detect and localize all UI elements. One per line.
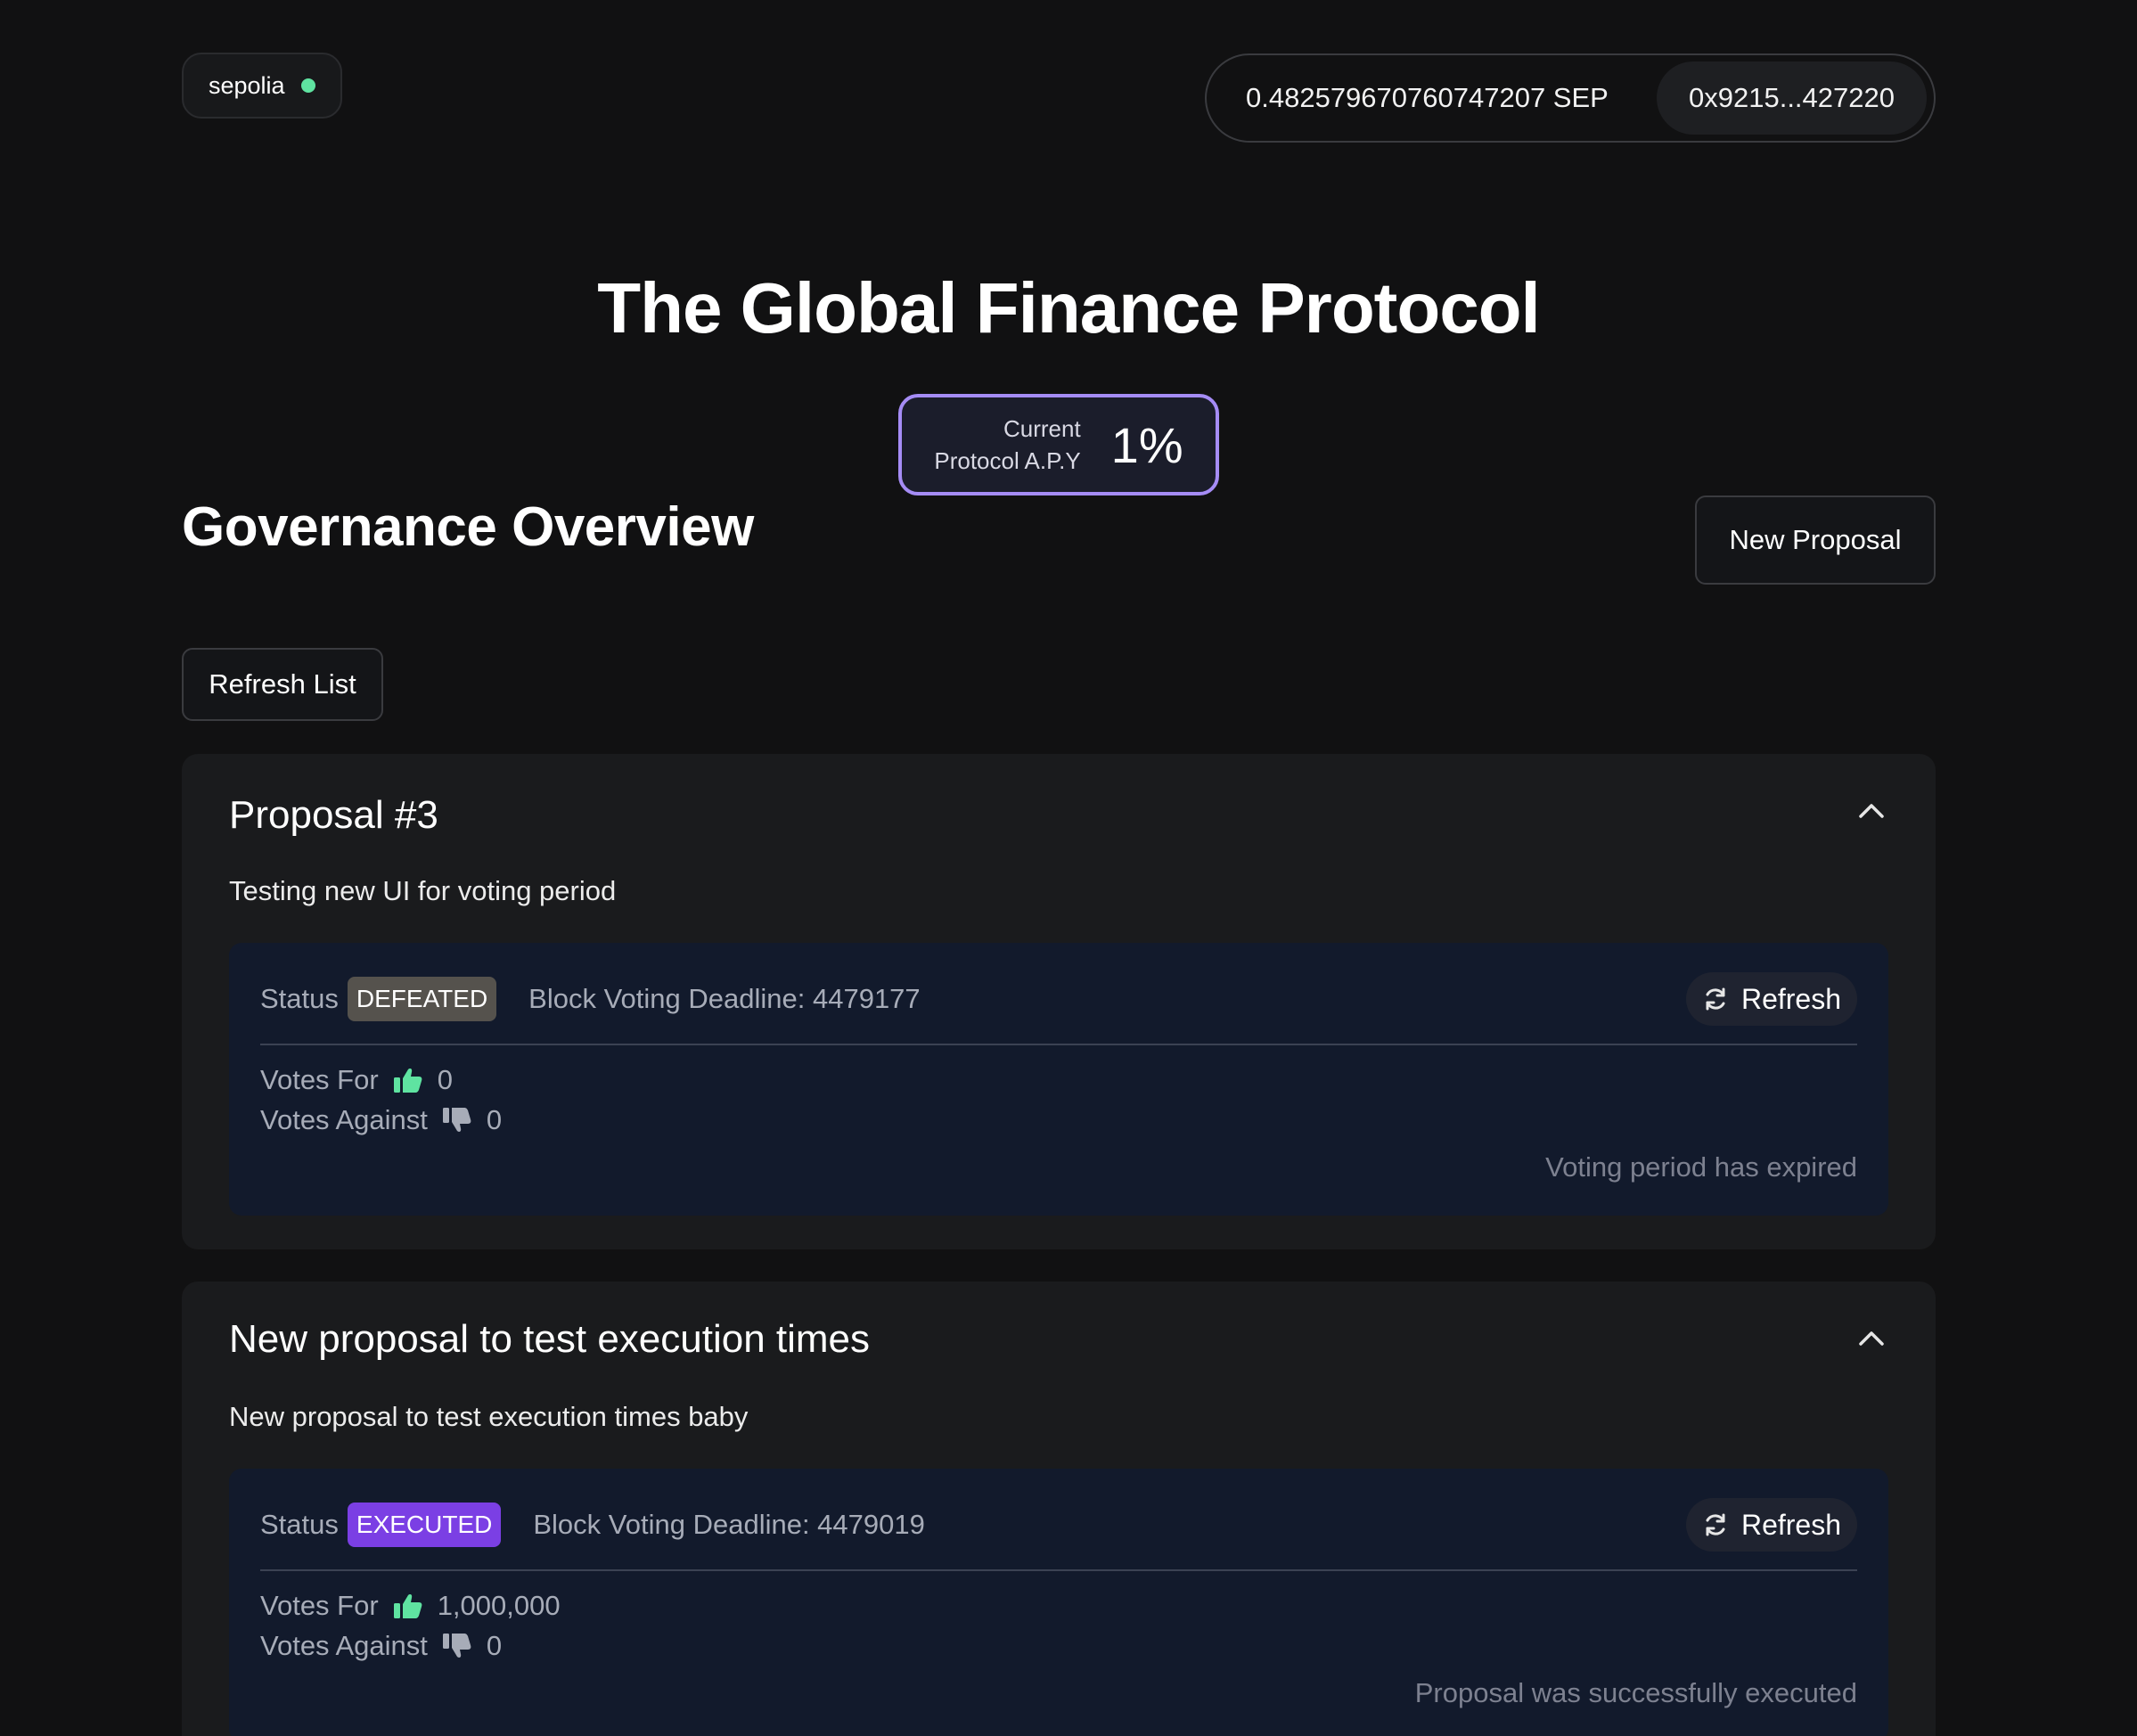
- proposal-status-note: Proposal was successfully executed: [1414, 1677, 1857, 1708]
- votes-for-row: Votes For 0: [260, 1064, 453, 1096]
- thumbs-down-icon: [442, 1108, 471, 1132]
- proposal-title: Proposal #3: [229, 793, 438, 837]
- votes-against-count: 0: [486, 1630, 503, 1661]
- page-title: The Global Finance Protocol: [597, 268, 1541, 348]
- refresh-icon: [1706, 1513, 1725, 1536]
- voting-deadline: Block Voting Deadline: 4479177: [528, 983, 921, 1014]
- new-proposal-button[interactable]: New Proposal: [1695, 495, 1936, 585]
- divider: [260, 1569, 1857, 1571]
- votes-for-label: Votes For: [260, 1064, 379, 1095]
- status-badge: EXECUTED: [347, 1503, 502, 1547]
- refresh-icon: [1706, 987, 1725, 1011]
- status-label: Status: [260, 1509, 339, 1540]
- proposal-description: New proposal to test execution times bab…: [229, 1401, 749, 1432]
- status-row: Status EXECUTED Block Voting Deadline: 4…: [260, 1503, 1857, 1547]
- thumbs-down-icon: [442, 1634, 471, 1658]
- network-indicator[interactable]: sepolia: [182, 53, 342, 119]
- divider: [260, 1044, 1857, 1045]
- network-status-dot: [300, 78, 315, 93]
- proposal-details-panel: Status DEFEATED Block Voting Deadline: 4…: [229, 943, 1888, 1216]
- apy-card: Current Protocol A.P.Y 1%: [898, 394, 1219, 495]
- status-row: Status DEFEATED Block Voting Deadline: 4…: [260, 977, 1857, 1021]
- wallet-address-button[interactable]: 0x9215...427220: [1657, 61, 1927, 135]
- refresh-list-button[interactable]: Refresh List: [182, 648, 383, 721]
- votes-against-count: 0: [486, 1104, 503, 1135]
- wallet-account[interactable]: 0.482579670760747207 SEP 0x9215...427220: [1205, 53, 1936, 143]
- refresh-proposal-button[interactable]: Refresh: [1685, 1498, 1857, 1552]
- voting-deadline: Block Voting Deadline: 4479019: [533, 1509, 925, 1540]
- thumbs-up-icon: [393, 1594, 422, 1618]
- votes-against-label: Votes Against: [260, 1630, 428, 1661]
- wallet-balance: 0.482579670760747207 SEP: [1246, 82, 1609, 113]
- chevron-up-icon[interactable]: [1854, 793, 1889, 829]
- refresh-label: Refresh: [1740, 1508, 1841, 1541]
- apy-value: 1%: [1110, 416, 1183, 473]
- votes-against-row: Votes Against 0: [260, 1630, 502, 1662]
- chevron-up-icon[interactable]: [1854, 1321, 1889, 1356]
- votes-for-row: Votes For 1,000,000: [260, 1590, 561, 1622]
- apy-label: Current Protocol A.P.Y: [934, 415, 1081, 474]
- proposal-card: Proposal #3 Testing new UI for voting pe…: [182, 754, 1936, 1249]
- votes-for-count: 0: [437, 1064, 453, 1095]
- votes-for-count: 1,000,000: [437, 1590, 561, 1621]
- network-name: sepolia: [209, 71, 285, 99]
- refresh-label: Refresh: [1740, 982, 1841, 1015]
- page: sepolia 0.482579670760747207 SEP 0x9215.…: [0, 0, 2137, 1736]
- governance-title: Governance Overview: [182, 496, 754, 558]
- proposal-card: New proposal to test execution times New…: [182, 1282, 1936, 1736]
- proposal-title: New proposal to test execution times: [229, 1317, 871, 1361]
- votes-for-label: Votes For: [260, 1590, 379, 1621]
- status-label: Status: [260, 983, 339, 1014]
- status-badge: DEFEATED: [347, 977, 497, 1021]
- votes-against-label: Votes Against: [260, 1104, 428, 1135]
- thumbs-up-icon: [393, 1069, 422, 1093]
- proposal-details-panel: Status EXECUTED Block Voting Deadline: 4…: [229, 1469, 1888, 1736]
- proposal-description: Testing new UI for voting period: [229, 875, 617, 906]
- proposal-status-note: Voting period has expired: [1545, 1151, 1857, 1183]
- refresh-proposal-button[interactable]: Refresh: [1685, 972, 1857, 1026]
- votes-against-row: Votes Against 0: [260, 1104, 502, 1136]
